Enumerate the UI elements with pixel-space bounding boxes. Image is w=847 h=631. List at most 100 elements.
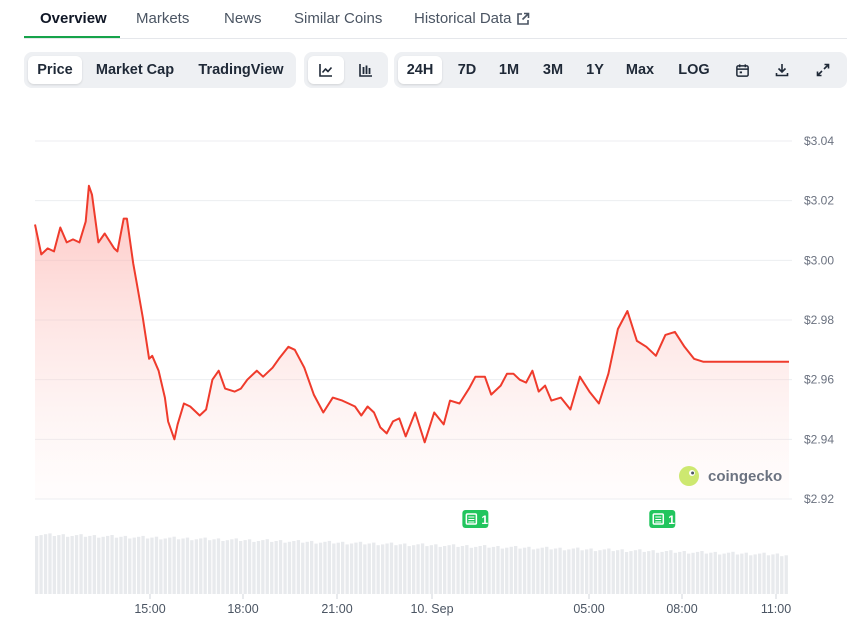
download-button[interactable] (764, 56, 800, 84)
volume-bar (558, 547, 562, 594)
volume-bar (407, 546, 411, 594)
range-7d-button[interactable]: 7D (450, 56, 484, 84)
price-button[interactable]: Price (28, 56, 82, 84)
volume-bar (292, 541, 296, 594)
tab-overview[interactable]: Overview (40, 10, 107, 27)
log-scale-button[interactable]: LOG (670, 56, 718, 84)
tradingview-button[interactable]: TradingView (190, 56, 292, 84)
coingecko-watermark: coingecko (679, 466, 782, 486)
volume-bar (208, 540, 212, 594)
x-tick-label: 11:00 (761, 602, 791, 616)
volume-bar (128, 538, 132, 594)
newspaper-lines (655, 516, 662, 523)
x-tick-label: 05:00 (573, 602, 604, 616)
x-tick-label: 18:00 (227, 602, 258, 616)
line-chart-icon (319, 64, 333, 77)
volume-bar (48, 533, 52, 594)
volume-bar (780, 556, 784, 594)
volume-bar (465, 545, 469, 594)
volume-bar (150, 537, 154, 594)
x-tick-label: 10. Sep (410, 602, 453, 616)
volume-bar (500, 548, 505, 594)
volume-bar (265, 539, 269, 594)
volume-bar (323, 541, 327, 594)
tab-bar: Overview Markets News Similar Coins Hist… (24, 0, 847, 39)
volume-bar (638, 549, 642, 594)
volume-bar (412, 545, 416, 594)
volume-bar (420, 543, 425, 594)
volume-bar (190, 540, 194, 594)
volume-bar (119, 536, 123, 594)
range-24h-button[interactable]: 24H (398, 56, 442, 84)
volume-bar (283, 542, 287, 594)
volume-bar (358, 541, 363, 594)
volume-bar (429, 545, 434, 594)
volume-bar (252, 541, 256, 594)
volume-bar (567, 549, 571, 594)
volume-bar (159, 539, 163, 594)
range-toggle: 24H 7D 1M 3M 1Y Max LOG (394, 52, 847, 88)
volume-bar (775, 553, 780, 594)
tab-historical-data-label: Historical Data (414, 10, 512, 27)
volume-bar (585, 549, 589, 594)
range-3m-button[interactable]: 3M (534, 56, 572, 84)
price-chart[interactable]: $3.04 $3.02 $3.00 $2.98 $2.96 $2.94 $2.92 15:0… (0, 0, 847, 631)
volume-bar (230, 539, 234, 594)
volume-bar (580, 550, 584, 594)
volume-bar (766, 555, 771, 594)
volume-bar (168, 537, 172, 594)
volume-bar (39, 535, 43, 594)
volume-bar (478, 546, 482, 594)
volume-bar (385, 543, 389, 594)
x-tick-label: 21:00 (321, 602, 352, 616)
news-marker[interactable]: 1 (649, 510, 676, 528)
price-area-fill (35, 185, 789, 500)
volume-bar (332, 543, 336, 594)
volume-bar (145, 538, 150, 594)
volume-bar (460, 546, 465, 594)
volume-bar (123, 535, 128, 594)
volume-bar (70, 536, 74, 594)
volume-bar (43, 534, 48, 594)
volume-bar (310, 540, 314, 594)
tab-historical-data[interactable]: Historical Data (414, 10, 530, 27)
range-1m-button[interactable]: 1M (492, 56, 526, 84)
volume-bar (305, 541, 309, 594)
volume-bar (74, 535, 79, 594)
volume-bar (522, 547, 527, 594)
tab-similar-coins[interactable]: Similar Coins (294, 10, 382, 27)
volume-bar (154, 536, 159, 594)
candlestick-button[interactable] (348, 56, 384, 84)
volume-bar (239, 541, 243, 594)
download-icon (775, 64, 789, 77)
fullscreen-icon (816, 63, 830, 77)
y-tick-label: $2.94 (804, 432, 834, 446)
volume-bar (443, 546, 447, 594)
date-range-button[interactable] (724, 56, 760, 84)
volume-bar (695, 551, 700, 594)
volume-bar (389, 542, 394, 594)
volume-bar (616, 550, 620, 594)
candlestick-icon (359, 64, 372, 77)
volume-bar (287, 541, 292, 594)
volume-bar (598, 550, 602, 594)
news-marker-badge (462, 510, 489, 528)
volume-bar (758, 553, 762, 594)
x-tick-label: 15:00 (134, 602, 165, 616)
tab-news[interactable]: News (224, 10, 262, 27)
fullscreen-button[interactable] (805, 56, 841, 84)
volume-bar (749, 555, 753, 594)
range-1y-button[interactable]: 1Y (580, 56, 610, 84)
line-chart-button[interactable] (308, 56, 344, 84)
volume-bar (216, 538, 221, 594)
y-tick-label: $2.96 (804, 373, 834, 387)
volume-bar (669, 550, 673, 594)
market-cap-button[interactable]: Market Cap (88, 56, 182, 84)
news-marker[interactable]: 1 (462, 510, 489, 528)
volume-bar (509, 546, 513, 594)
tab-markets[interactable]: Markets (136, 10, 189, 27)
volume-bar (474, 546, 478, 594)
volume-bar (784, 555, 788, 594)
volume-bar (221, 541, 225, 594)
range-max-button[interactable]: Max (618, 56, 662, 84)
